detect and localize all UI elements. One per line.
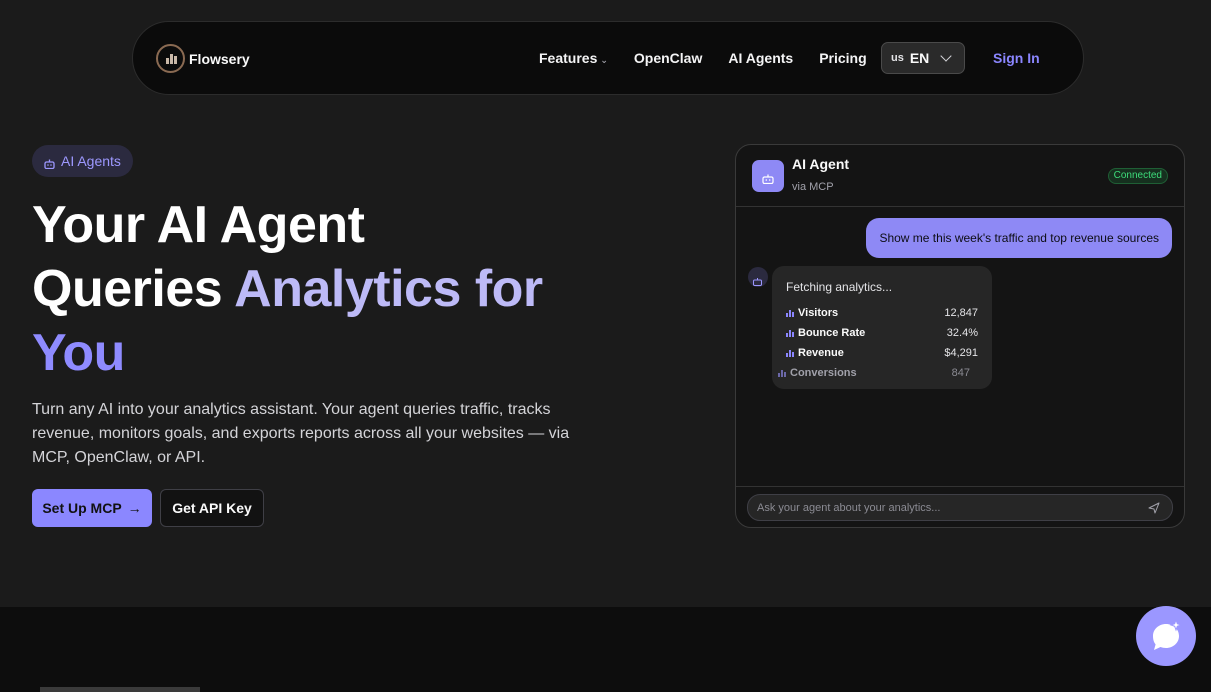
bar-chart-logo-icon [156, 44, 185, 73]
bot-avatar [748, 267, 768, 287]
nav-links: Features ⌄ OpenClaw AI Agents Pricing [539, 22, 893, 94]
send-icon[interactable] [1148, 502, 1160, 514]
bot-message: Fetching analytics... Visitors 12,847 Bo… [772, 266, 992, 389]
brand-logo[interactable]: Flowsery [156, 44, 250, 73]
user-message: Show me this week's traffic and top reve… [866, 218, 1172, 258]
nav-link-pricing[interactable]: Pricing [819, 50, 866, 66]
top-navbar: Flowsery Features ⌄ OpenClaw AI Agents Pr… [132, 21, 1084, 95]
arrow-right-icon: → [127, 500, 142, 516]
chat-input-area: Ask your agent about your analytics... [736, 486, 1184, 527]
robot-icon [753, 273, 762, 286]
badge-label: AI Agents [61, 153, 121, 169]
chevron-down-icon: ⌄ [600, 55, 608, 65]
bar-chart-icon [786, 349, 794, 357]
sign-in-link[interactable]: Sign In [993, 50, 1040, 66]
agent-chat-card: AI Agent via MCP Connected Show me this … [735, 144, 1185, 528]
chat-launcher-button[interactable] [1136, 606, 1196, 666]
robot-icon [762, 171, 774, 185]
bar-chart-icon [786, 329, 794, 337]
status-badge: Connected [1107, 168, 1168, 184]
bar-chart-icon [786, 309, 794, 317]
ai-agents-badge: AI Agents [32, 145, 133, 177]
hero-title-line2-plain: Queries [32, 260, 235, 318]
set-up-mcp-label: Set Up MCP [42, 500, 122, 516]
agent-name: AI Agent [792, 156, 850, 172]
hero-description: Turn any AI into your analytics assistan… [32, 401, 570, 466]
metric-value: 12,847 [944, 307, 978, 319]
next-section [0, 607, 1211, 692]
chat-input-placeholder: Ask your agent about your analytics... [757, 501, 941, 514]
chat-input[interactable]: Ask your agent about your analytics... [747, 494, 1173, 521]
agent-avatar [752, 160, 784, 192]
hero-title-line1: Your AI Agent [32, 196, 365, 254]
brand-name: Flowsery [189, 50, 250, 67]
metric-row: Conversions 847 [778, 365, 970, 381]
metric-label: Visitors [798, 307, 839, 319]
metric-row: Revenue $4,291 [786, 345, 978, 361]
scrollbar-thumb[interactable] [40, 687, 200, 692]
flag-icon: us [891, 52, 904, 64]
bar-chart-icon [778, 369, 786, 377]
language-selector[interactable]: us EN [881, 42, 965, 74]
nav-link-features[interactable]: Features ⌄ [539, 50, 608, 66]
bot-status-text: Fetching analytics... [786, 280, 893, 294]
metric-label: Conversions [790, 367, 857, 379]
metric-row: Visitors 12,847 [786, 305, 978, 321]
get-api-key-button[interactable]: Get API Key [160, 489, 264, 527]
metric-value: 847 [951, 367, 970, 379]
robot-icon [44, 156, 55, 170]
metric-label: Bounce Rate [798, 327, 866, 339]
nav-link-openclaw[interactable]: OpenClaw [634, 50, 702, 66]
hero-title: Your AI Agent Queries Analytics for You [32, 193, 652, 385]
metric-value: $4,291 [944, 347, 978, 359]
metric-label: Revenue [798, 347, 844, 359]
chat-header: AI Agent via MCP Connected [736, 145, 1184, 207]
set-up-mcp-button[interactable]: Set Up MCP → [32, 489, 152, 527]
hero-title-accent-2: You [32, 324, 125, 382]
chat-sparkle-icon [1153, 618, 1183, 650]
hero-title-accent: Analytics for [234, 260, 543, 318]
metric-value: 32.4% [946, 327, 978, 339]
nav-link-ai-agents[interactable]: AI Agents [728, 50, 793, 66]
agent-subtitle: via MCP [792, 181, 834, 193]
metric-row: Bounce Rate 32.4% [786, 325, 978, 341]
language-code: EN [909, 50, 930, 66]
chevron-down-icon [940, 50, 952, 62]
